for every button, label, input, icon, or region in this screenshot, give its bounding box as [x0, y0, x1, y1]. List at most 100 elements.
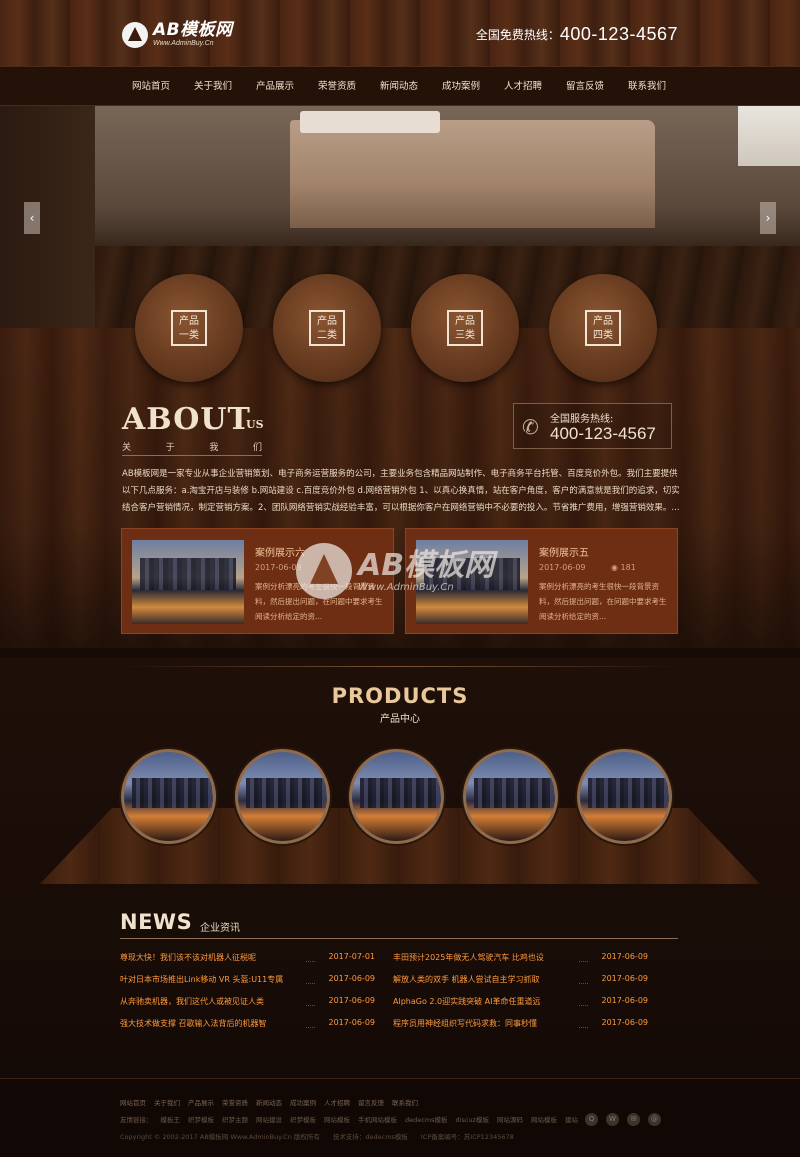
news-item-title[interactable]: AlphaGo 2.0迎实践突破 AI革命任重道远 [393, 996, 573, 1007]
about-title-small: US [246, 418, 264, 431]
news-item-title[interactable]: 叶对日本市场推出Link移动 VR 头盔:U11专属 [120, 974, 300, 985]
friend-link[interactable]: 网站模板 [324, 1114, 350, 1124]
product-circle-3[interactable] [349, 749, 444, 844]
products-title: PRODUCTS [331, 684, 469, 708]
nav-item-honors[interactable]: 荣誉资质 [306, 67, 368, 107]
copyright: Copyright © 2002-2017 AB模板网 Www.AdminBuy… [120, 1133, 514, 1141]
friend-link[interactable]: 网站建设 [256, 1114, 282, 1124]
category-circle-3[interactable]: 产品 三类 [411, 274, 519, 382]
footer-nav-item[interactable]: 新闻动态 [256, 1097, 282, 1107]
service-hotline-label: 全国服务热线: [550, 414, 614, 425]
nav-item-cases[interactable]: 成功案例 [430, 67, 492, 107]
nav-item-news[interactable]: 新闻动态 [368, 67, 430, 107]
about-text: AB模板网是一家专业从事企业营销策划、电子商务运营服务的公司，主要业务包含精品网… [122, 469, 680, 513]
news-item-title[interactable]: 解放人类的双手 机器人尝试自主学习抓取 [393, 974, 573, 985]
news-item-title[interactable]: 尊现大快！我们该不该对机器人征税呢 [120, 952, 300, 963]
wechat-icon[interactable]: ✉ [627, 1113, 640, 1126]
nav-item-products[interactable]: 产品展示 [244, 67, 306, 107]
nav-item-about[interactable]: 关于我们 [182, 67, 244, 107]
footer: 网站首页 关于我们 产品展示 荣誉资质 新闻动态 成功案例 人才招聘 留言反馈 … [0, 1078, 800, 1157]
banner-next-button[interactable]: › [760, 202, 776, 234]
nav-item-jobs[interactable]: 人才招聘 [492, 67, 554, 107]
weibo-icon[interactable]: W [606, 1113, 619, 1126]
service-hotline-box: ✆ 全国服务热线: 400-123-4567 [513, 403, 672, 449]
chevron-right-icon: › [765, 211, 771, 225]
case-card[interactable]: 案例展示五 2017-06-09 ◉ 181 案例分析漂亮的考生很快一段背景资料… [405, 528, 678, 634]
banner-pillow [300, 111, 440, 133]
about-title: ABOUT [122, 402, 251, 437]
banner-bed [290, 120, 655, 228]
nav-item-home[interactable]: 网站首页 [120, 67, 182, 107]
news-item[interactable]: 从奔驰卖机器，我们这代人或被见证人类 2017-06-09 [120, 996, 375, 1010]
logo-title: AB模板网 [153, 20, 233, 40]
hotline-label: 全国免费热线： [475, 28, 560, 42]
category-label-2: 产品 二类 [309, 310, 345, 346]
footer-social: Q W ✉ @ [585, 1113, 669, 1126]
footer-nav-item[interactable]: 关于我们 [154, 1097, 180, 1107]
qq-icon[interactable]: Q [585, 1113, 598, 1126]
news-item[interactable]: 丰田预计2025年做无人驾驶汽车 比鸡也设 2017-06-09 [393, 952, 648, 966]
news-item[interactable]: 程序员用神经组织写代码求救：同事秒懂 2017-06-09 [393, 1018, 648, 1032]
footer-nav-item[interactable]: 产品展示 [188, 1097, 214, 1107]
page: AB模板网 Www.AdminBuy.Cn 全国免费热线：400-123-456… [0, 0, 800, 1157]
case-thumbnail[interactable] [416, 540, 528, 624]
news-subtitle: 企业资讯 [200, 923, 240, 934]
footer-nav-item[interactable]: 联系我们 [392, 1097, 418, 1107]
news-item-title[interactable]: 强大技术做支撑 召歌输入法背后的机器智 [120, 1018, 300, 1029]
friend-link[interactable]: 网站模板 [531, 1114, 557, 1124]
case-title[interactable]: 案例展示五 [539, 544, 589, 559]
news-item-date: 2017-06-09 [601, 996, 649, 1005]
news-item[interactable]: 解放人类的双手 机器人尝试自主学习抓取 2017-06-09 [393, 974, 648, 988]
friend-link[interactable]: 手机网站模板 [358, 1114, 397, 1124]
friend-link[interactable]: 织梦主题 [222, 1114, 248, 1124]
case-title[interactable]: 案例展示六 [255, 544, 305, 559]
footer-nav-item[interactable]: 人才招聘 [324, 1097, 350, 1107]
news-item-title[interactable]: 从奔驰卖机器，我们这代人或被见证人类 [120, 996, 300, 1007]
news-item[interactable]: 尊现大快！我们该不该对机器人征税呢 2017-07-01 [120, 952, 375, 966]
about-subtitle: 关于我们 [122, 443, 262, 453]
friend-links-label: 友情链接： [120, 1116, 153, 1124]
footer-nav-item[interactable]: 网站首页 [120, 1097, 146, 1107]
category-circle-4[interactable]: 产品 四类 [549, 274, 657, 382]
news-item[interactable]: 强大技术做支撑 召歌输入法背后的机器智 2017-06-09 [120, 1018, 375, 1032]
nav-item-feedback[interactable]: 留言反馈 [554, 67, 616, 107]
news-item[interactable]: 叶对日本市场推出Link移动 VR 头盔:U11专属 2017-06-09 [120, 974, 375, 988]
friend-link[interactable]: 织梦模板 [290, 1114, 316, 1124]
chevron-left-icon: ‹ [29, 211, 35, 225]
product-circle-2[interactable] [235, 749, 330, 844]
product-circle-4[interactable] [463, 749, 558, 844]
footer-nav: 网站首页 关于我们 产品展示 荣誉资质 新闻动态 成功案例 人才招聘 留言反馈 … [120, 1097, 426, 1107]
news-item-title[interactable]: 丰田预计2025年做无人驾驶汽车 比鸡也设 [393, 952, 573, 963]
category-circle-2[interactable]: 产品 二类 [273, 274, 381, 382]
case-date: 2017-06-09 [539, 563, 586, 572]
friend-link[interactable]: 模板王 [161, 1114, 181, 1124]
eye-icon: ◉ [611, 563, 618, 572]
footer-nav-item[interactable]: 荣誉资质 [222, 1097, 248, 1107]
category-circle-1[interactable]: 产品 一类 [135, 274, 243, 382]
news-item-date: 2017-06-09 [601, 974, 649, 983]
email-icon[interactable]: @ [648, 1113, 661, 1126]
section-divider [120, 666, 680, 667]
banner-prev-button[interactable]: ‹ [24, 202, 40, 234]
category-label-3: 产品 三类 [447, 310, 483, 346]
news-item-date: 2017-06-09 [328, 974, 376, 983]
logo-subtitle: Www.AdminBuy.Cn [153, 40, 214, 47]
friend-link[interactable]: 织梦模板 [188, 1114, 214, 1124]
friend-link[interactable]: 建站 [565, 1114, 578, 1124]
logo[interactable]: AB模板网 Www.AdminBuy.Cn [122, 22, 233, 48]
nav-item-contact[interactable]: 联系我们 [616, 67, 678, 107]
friend-link[interactable]: dedecms模板 [405, 1114, 448, 1124]
product-circle-5[interactable] [577, 749, 672, 844]
footer-nav-item[interactable]: 留言反馈 [358, 1097, 384, 1107]
case-thumbnail[interactable] [132, 540, 244, 624]
news-item-title[interactable]: 程序员用神经组织写代码求救：同事秒懂 [393, 1018, 573, 1029]
news-item-date: 2017-06-09 [601, 952, 649, 961]
news-title: NEWS [120, 910, 193, 934]
friend-link[interactable]: discuz模板 [456, 1114, 489, 1124]
footer-nav-item[interactable]: 成功案例 [290, 1097, 316, 1107]
friend-link[interactable]: 网站源码 [497, 1114, 523, 1124]
product-circle-1[interactable] [121, 749, 216, 844]
case-summary: 案例分析漂亮的考生很快一段背景资料，然后提出问题，在问题中要求考生阅读分析给定的… [539, 582, 667, 621]
case-card[interactable]: 案例展示六 2017-06-09 案例分析漂亮的考生很快一段背景资料，然后提出问… [121, 528, 394, 634]
news-item[interactable]: AlphaGo 2.0迎实践突破 AI革命任重道远 2017-06-09 [393, 996, 648, 1010]
